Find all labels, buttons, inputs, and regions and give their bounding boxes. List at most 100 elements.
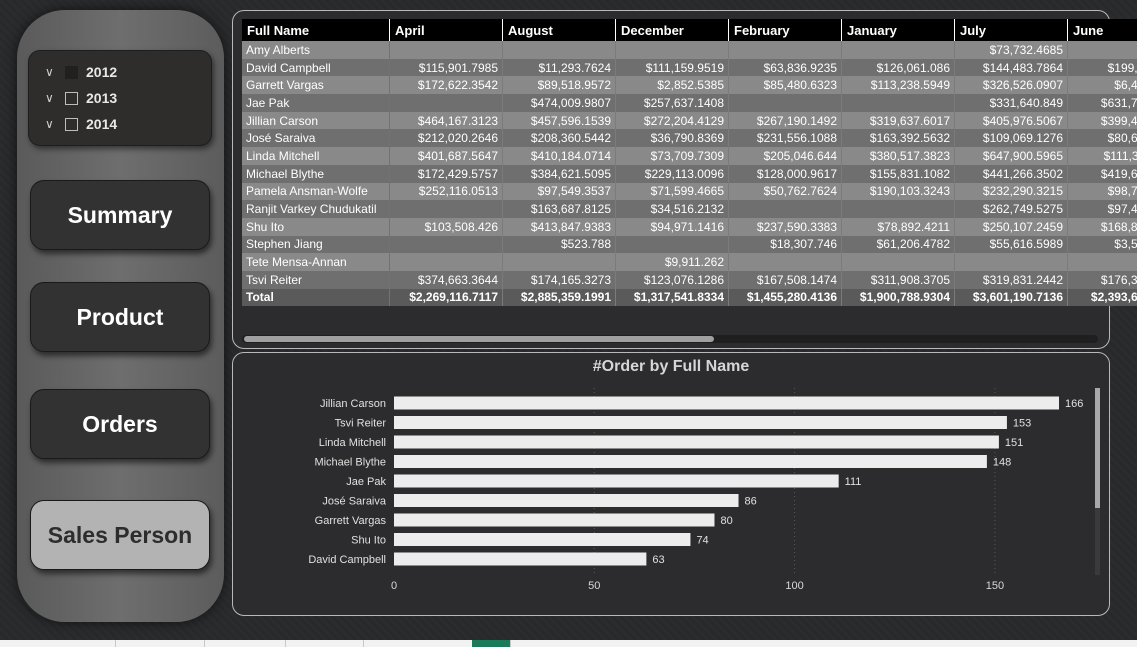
value-cell	[615, 235, 729, 254]
value-cell: $374,663.3644	[389, 270, 503, 289]
value-cell: $6,410.9419	[1067, 76, 1137, 95]
scrollbar-thumb[interactable]	[244, 336, 714, 342]
page-tab[interactable]	[116, 640, 205, 647]
x-tick-label: 100	[785, 580, 803, 592]
horizontal-scrollbar[interactable]	[242, 335, 1098, 343]
y-category-label: Tsvi Reiter	[335, 418, 387, 430]
value-cell: $262,749.5275	[954, 200, 1068, 218]
value-cell	[841, 200, 955, 218]
value-cell: $126,061.086	[841, 58, 955, 77]
column-header[interactable]: August	[502, 19, 616, 41]
value-cell: $155,831.1082	[841, 164, 955, 183]
column-header[interactable]: April	[389, 19, 503, 41]
slicer-year-label: 2013	[86, 90, 118, 106]
slicer-item-2014[interactable]: ∨ 2014	[45, 115, 117, 133]
value-cell: $71,599.4665	[615, 182, 729, 201]
table-row[interactable]: Amy Alberts $73,732.4685	[242, 41, 1137, 59]
value-cell: $34,516.2132	[615, 200, 729, 218]
y-category-label: Shu Ito	[351, 535, 386, 547]
table-row[interactable]: Michael Blythe $172,429.5757 $384,621.5095…	[242, 164, 1137, 183]
total-value-cell: $2,885,359.1991	[502, 288, 616, 307]
value-cell	[728, 41, 842, 59]
slicer-item-2012[interactable]: ∨ 2012	[45, 63, 117, 81]
table-row[interactable]: Tsvi Reiter $374,663.3644 $174,165.3273 $12…	[242, 270, 1137, 289]
row-name-cell: Jae Pak	[242, 94, 390, 112]
vertical-scrollbar[interactable]	[1095, 388, 1100, 575]
row-name-cell: Shu Ito	[242, 217, 390, 236]
table-row[interactable]: Ranjit Varkey Chudukatil $163,687.8125 $34…	[242, 200, 1137, 218]
row-name-cell: Jillian Carson	[242, 111, 390, 130]
table-row[interactable]: Stephen Jiang $523.788 $18,307.746 $61,206.…	[242, 235, 1137, 254]
value-cell	[841, 41, 955, 59]
column-header[interactable]: February	[728, 19, 842, 41]
value-cell: $85,480.6323	[728, 76, 842, 95]
year-slicer: ∨ 2012 ∨ 2013 ∨ 2014	[28, 50, 212, 146]
checkbox[interactable]	[65, 91, 78, 105]
table-header-row: Full Name April August December February Janu…	[242, 19, 1137, 41]
sales-person-button[interactable]: Sales Person	[30, 500, 210, 570]
table-row[interactable]: Jae Pak $474,009.9807 $257,637.1408 $331,64…	[242, 94, 1137, 112]
value-cell: $311,908.3705	[841, 270, 955, 289]
slicer-year-label: 2014	[86, 116, 118, 132]
matrix-table-panel: Full Name April August December February Janu…	[232, 10, 1137, 349]
data-label: 74	[696, 535, 708, 547]
value-cell: $631,704.2589	[1067, 94, 1137, 112]
chevron-down-icon[interactable]: ∨	[45, 63, 59, 81]
value-cell	[502, 41, 616, 59]
y-category-label: José Saraiva	[322, 496, 386, 508]
value-cell	[389, 253, 503, 271]
table-row[interactable]: David Campbell $115,901.7985 $11,293.7624 $…	[242, 58, 1137, 77]
y-category-label: Jillian Carson	[320, 398, 386, 410]
value-cell: $419,617.3361	[1067, 164, 1137, 183]
column-header[interactable]: December	[615, 19, 729, 41]
bar	[394, 552, 647, 566]
table-row[interactable]: Tete Mensa-Annan $9,911.262	[242, 253, 1137, 271]
value-cell: $73,732.4685	[954, 41, 1068, 59]
row-name-cell: David Campbell	[242, 58, 390, 77]
value-cell: $232,290.3215	[954, 182, 1068, 201]
bar-chart: 0 50 100 150 Jillian Carson 166 Tsvi Reiter 153…	[308, 388, 1083, 592]
column-header[interactable]: June	[1067, 19, 1137, 41]
table-row[interactable]: Jillian Carson $464,167.3123 $457,596.1539…	[242, 111, 1137, 130]
bar	[394, 533, 691, 546]
value-cell: $36,790.8369	[615, 129, 729, 148]
page-tab[interactable]	[0, 640, 116, 647]
value-cell: $237,590.3383	[728, 217, 842, 236]
table-row[interactable]: José Saraiva $212,020.2646 $208,360.5442 $3…	[242, 129, 1137, 148]
value-cell	[389, 235, 503, 254]
value-cell: $464,167.3123	[389, 111, 503, 130]
total-value-cell: $1,455,280.4136	[728, 288, 842, 307]
table-row[interactable]: Garrett Vargas $172,622.3542 $89,518.9572 $…	[242, 76, 1137, 95]
value-cell: $123,076.1286	[615, 270, 729, 289]
summary-button[interactable]: Summary	[30, 180, 210, 250]
value-cell: $97,496.2916	[1067, 200, 1137, 218]
column-header[interactable]: January	[841, 19, 955, 41]
table-row[interactable]: Linda Mitchell $401,687.5647 $410,184.0714…	[242, 147, 1137, 165]
column-header[interactable]: July	[954, 19, 1068, 41]
value-cell: $172,429.5757	[389, 164, 503, 183]
bar	[394, 455, 987, 468]
bar	[394, 513, 715, 527]
product-button[interactable]: Product	[30, 282, 210, 352]
table-row[interactable]: Pamela Ansman-Wolfe $252,116.0513 $97,549.…	[242, 182, 1137, 201]
page-tab[interactable]	[205, 640, 286, 647]
value-cell: $113,238.5949	[841, 76, 955, 95]
slicer-item-2013[interactable]: ∨ 2013	[45, 89, 117, 107]
value-cell	[954, 253, 1068, 271]
vertical-scrollbar-thumb[interactable]	[1095, 388, 1100, 508]
page-tab[interactable]	[286, 640, 364, 647]
value-cell: $252,116.0513	[389, 182, 503, 201]
chevron-down-icon[interactable]: ∨	[45, 89, 59, 107]
orders-button[interactable]: Orders	[30, 389, 210, 459]
table-row[interactable]: Shu Ito $103,508.426 $413,847.9383 $94,971.…	[242, 217, 1137, 236]
value-cell: $212,020.2646	[389, 129, 503, 148]
chevron-down-icon[interactable]: ∨	[45, 115, 59, 133]
checkbox[interactable]	[65, 65, 78, 79]
value-cell: $410,184.0714	[502, 147, 616, 165]
value-cell: $111,341.2911	[1067, 147, 1137, 165]
checkbox[interactable]	[65, 117, 78, 131]
page-tab-active[interactable]	[472, 640, 511, 647]
value-cell: $441,266.3502	[954, 164, 1068, 183]
row-name-cell: Michael Blythe	[242, 164, 390, 183]
column-header[interactable]: Full Name	[242, 19, 390, 41]
